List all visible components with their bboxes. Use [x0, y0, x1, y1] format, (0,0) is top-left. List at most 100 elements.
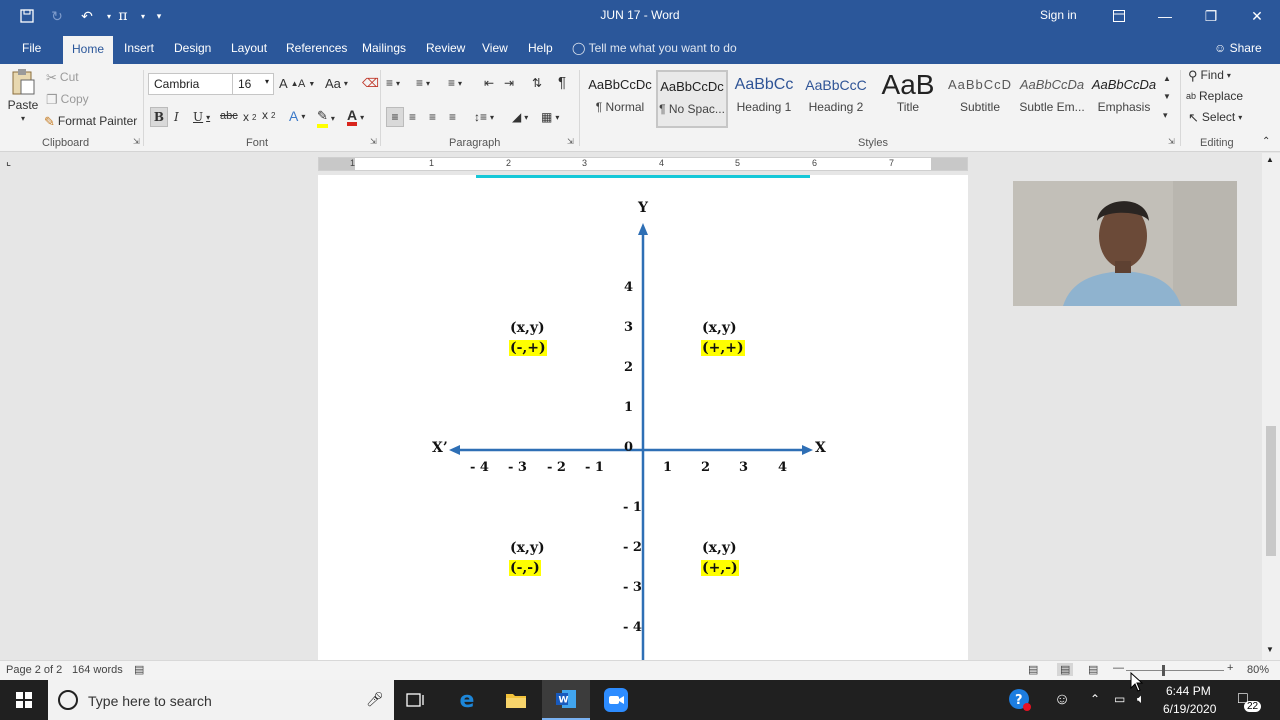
zoom-in-icon[interactable]: +	[1227, 662, 1233, 674]
find-button[interactable]: ⚲ Find ▾	[1188, 68, 1231, 82]
subscript-button[interactable]: x2	[243, 110, 256, 124]
styles-launcher-icon[interactable]: ⇲	[1168, 137, 1175, 146]
styles-scroll-up-icon[interactable]: ▲	[1163, 74, 1171, 83]
scroll-up-icon[interactable]: ▲	[1266, 155, 1274, 164]
print-layout-icon[interactable]: ▤	[1057, 663, 1074, 676]
style-subtle-emphasis[interactable]: AaBbCcDa Subtle Em...	[1016, 70, 1088, 128]
page-count[interactable]: Page 2 of 2	[6, 664, 62, 676]
decrease-indent-icon[interactable]: ⇤	[484, 76, 494, 90]
clipboard-launcher-icon[interactable]: ⇲	[133, 137, 140, 146]
style-subtitle[interactable]: AaBbCcD Subtitle	[944, 70, 1016, 128]
people-icon[interactable]: ☺	[1038, 680, 1086, 720]
tab-references[interactable]: References	[282, 32, 351, 64]
edge-browser-icon[interactable]: e	[443, 680, 491, 720]
web-layout-icon[interactable]: ▤	[1088, 663, 1098, 676]
volume-icon[interactable]: 🔈︎	[1137, 691, 1145, 707]
zoom-level[interactable]: 80%	[1247, 664, 1269, 676]
ribbon-display-options-icon[interactable]	[1096, 0, 1142, 32]
bullets-button[interactable]: ≡ ▾	[386, 76, 400, 90]
tab-view[interactable]: View	[478, 32, 512, 64]
shading-button[interactable]: ◢ ▾	[512, 110, 528, 124]
underline-button[interactable]: U ▾	[193, 110, 210, 124]
style-heading-1[interactable]: AaBbCc Heading 1	[728, 70, 800, 128]
help-badge-icon[interactable]: ?	[996, 680, 1044, 720]
style-title[interactable]: AaB Title	[872, 70, 944, 128]
clock-date[interactable]: 6/19/2020	[1163, 702, 1216, 716]
style-normal[interactable]: AaBbCcDc ¶ Normal	[584, 70, 656, 128]
tab-home[interactable]: Home	[63, 36, 114, 64]
numbering-button[interactable]: ≡ ▾	[416, 76, 430, 90]
change-case-button[interactable]: Aa ▾	[325, 76, 348, 91]
tab-selector-icon[interactable]: ⌞	[6, 155, 11, 168]
line-spacing-button[interactable]: ↕≡ ▾	[474, 110, 494, 124]
font-size-combo[interactable]: 16 ▾	[232, 73, 274, 95]
superscript-button[interactable]: x2	[262, 108, 275, 122]
battery-icon[interactable]: ▭	[1114, 692, 1125, 706]
styles-scroll-down-icon[interactable]: ▼	[1163, 92, 1171, 101]
word-app-icon[interactable]: W	[542, 680, 590, 720]
task-view-icon[interactable]	[392, 680, 440, 720]
close-icon[interactable]: ✕	[1234, 0, 1280, 32]
windows-start-icon[interactable]	[0, 680, 48, 720]
zoom-app-icon[interactable]	[592, 680, 640, 720]
tab-help[interactable]: Help	[524, 32, 557, 64]
borders-button[interactable]: ▦ ▾	[541, 110, 559, 124]
show-marks-icon[interactable]: ¶	[558, 74, 566, 91]
vertical-scrollbar[interactable]: ▲ ▼	[1262, 153, 1280, 660]
sort-icon[interactable]: ⇅	[532, 76, 542, 90]
sign-in-link[interactable]: Sign in	[1040, 8, 1077, 22]
style-heading-2[interactable]: AaBbCcC Heading 2	[800, 70, 872, 128]
zoom-out-icon[interactable]: —	[1113, 662, 1124, 674]
strikethrough-button[interactable]: abc	[220, 110, 238, 122]
taskbar-search-box[interactable]: Type here to search 🎤︎	[48, 680, 394, 720]
restore-icon[interactable]: ❐	[1188, 0, 1234, 32]
grow-font-button[interactable]: A ▲	[279, 76, 299, 91]
bold-button[interactable]: B	[150, 107, 168, 127]
tab-layout[interactable]: Layout	[227, 32, 271, 64]
select-button[interactable]: ↖ Select ▾	[1188, 110, 1242, 124]
clock-time[interactable]: 6:44 PM	[1166, 684, 1211, 698]
zoom-slider-thumb[interactable]	[1162, 665, 1165, 676]
style-no-spacing[interactable]: AaBbCcDc ¶ No Spac...	[656, 70, 728, 128]
paste-button[interactable]: Paste ▾	[6, 68, 40, 123]
copy-button[interactable]: ❐ Copy	[46, 92, 89, 106]
horizontal-ruler[interactable]: 1 1 2 3 4 5 6 7	[318, 157, 968, 171]
scrollbar-thumb[interactable]	[1266, 426, 1276, 556]
shrink-font-button[interactable]: A ▼	[298, 78, 315, 90]
italic-button[interactable]: I	[174, 110, 179, 124]
text-effects-icon[interactable]: A ▾	[289, 108, 305, 124]
tab-mailings[interactable]: Mailings	[358, 32, 410, 64]
font-color-button[interactable]: A ▾	[347, 108, 364, 126]
file-explorer-icon[interactable]	[492, 680, 540, 720]
collapse-ribbon-icon[interactable]: ⌃	[1262, 136, 1270, 147]
align-left-icon[interactable]: ≡	[386, 107, 404, 127]
tell-me-box[interactable]: ◯ Tell me what you want to do	[572, 32, 737, 64]
minimize-icon[interactable]: —	[1142, 0, 1188, 32]
replace-button[interactable]: ab Replace	[1186, 89, 1243, 103]
word-count[interactable]: 164 words	[72, 664, 123, 676]
tab-insert[interactable]: Insert	[120, 32, 158, 64]
highlight-color-button[interactable]: ✎ ▾	[317, 108, 335, 128]
align-center-icon[interactable]: ≡	[409, 110, 416, 124]
tab-design[interactable]: Design	[170, 32, 215, 64]
scroll-down-icon[interactable]: ▼	[1266, 645, 1274, 654]
microphone-icon[interactable]: 🎤︎	[366, 691, 384, 708]
paragraph-launcher-icon[interactable]: ⇲	[567, 137, 574, 146]
style-emphasis[interactable]: AaBbCcDa Emphasis	[1088, 70, 1160, 128]
proofing-icon[interactable]: ▤	[134, 663, 144, 676]
show-hidden-icons[interactable]: ⌃	[1090, 692, 1100, 706]
styles-more-icon[interactable]: ▾	[1163, 110, 1168, 121]
format-painter-button[interactable]: ✎ Format Painter	[44, 114, 137, 128]
tab-review[interactable]: Review	[422, 32, 469, 64]
zoom-slider[interactable]	[1126, 670, 1224, 671]
justify-icon[interactable]: ≡	[449, 110, 456, 124]
increase-indent-icon[interactable]: ⇥	[504, 76, 514, 90]
multilevel-list-button[interactable]: ≡ ▾	[448, 76, 462, 90]
tab-file[interactable]: File	[18, 32, 45, 64]
read-mode-icon[interactable]: ▤	[1028, 663, 1038, 676]
share-button[interactable]: ☺ Share	[1214, 32, 1262, 64]
cut-button[interactable]: ✂ Cut	[46, 70, 79, 84]
align-right-icon[interactable]: ≡	[429, 110, 436, 124]
clear-formatting-icon[interactable]: ⌫	[362, 76, 379, 90]
document-page[interactable]: Y X X’ 0 - 4 - 3 - 2 - 1 1 2 3 4 4 3 2 1…	[318, 175, 968, 660]
